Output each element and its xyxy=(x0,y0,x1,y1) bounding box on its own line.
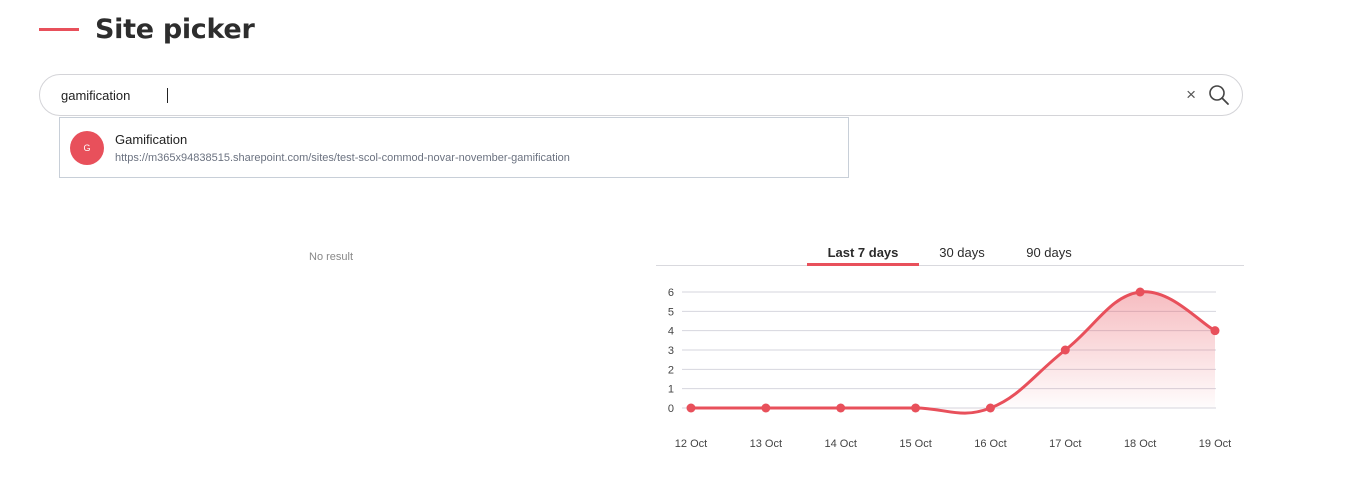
data-point[interactable] xyxy=(985,403,995,413)
page-title: Site picker xyxy=(95,14,255,45)
suggestion-url: https://m365x94838515.sharepoint.com/sit… xyxy=(115,151,570,164)
suggestion-item[interactable]: G Gamification https://m365x94838515.sha… xyxy=(60,118,848,177)
data-point[interactable] xyxy=(686,403,696,413)
suggestion-title: Gamification xyxy=(115,131,188,147)
data-point[interactable] xyxy=(1135,287,1145,297)
search-input[interactable] xyxy=(61,87,1161,103)
search-suggestions: G Gamification https://m365x94838515.sha… xyxy=(59,117,849,178)
search-box[interactable]: × xyxy=(39,74,1243,116)
data-point[interactable] xyxy=(761,403,771,413)
x-tick-label: 17 Oct xyxy=(1049,438,1081,450)
y-tick-label: 4 xyxy=(668,326,674,338)
tab-90-days[interactable]: 90 days xyxy=(1016,243,1082,266)
data-point[interactable] xyxy=(1060,345,1070,355)
tab-last-7-days[interactable]: Last 7 days xyxy=(807,243,919,266)
search-icon[interactable] xyxy=(1208,84,1230,106)
period-tabs: Last 7 days 30 days 90 days xyxy=(656,243,1244,266)
data-point[interactable] xyxy=(911,403,921,413)
y-tick-label: 2 xyxy=(668,364,674,376)
avatar: G xyxy=(70,130,104,165)
text-caret xyxy=(167,88,168,103)
series-area xyxy=(691,291,1215,414)
x-tick-label: 12 Oct xyxy=(675,438,707,450)
y-tick-label: 5 xyxy=(668,306,674,318)
page-header: Site picker xyxy=(39,14,255,45)
activity-chart: 0 1 2 3 4 5 6 12 Oct 13 Oct 14 Oct 15 Oct 16 Oct 17 … xyxy=(668,287,1231,450)
tab-30-days[interactable]: 30 days xyxy=(930,243,994,266)
y-tick-label: 3 xyxy=(668,345,674,357)
x-tick-label: 13 Oct xyxy=(750,438,782,450)
close-icon[interactable]: × xyxy=(1186,85,1196,105)
x-tick-label: 15 Oct xyxy=(899,438,931,450)
y-tick-label: 6 xyxy=(668,287,674,299)
suggestion-text: Gamification https://m365x94838515.share… xyxy=(115,132,570,164)
x-tick-label: 14 Oct xyxy=(825,438,857,450)
y-tick-label: 0 xyxy=(668,403,674,415)
data-point[interactable] xyxy=(1210,326,1220,336)
y-tick-label: 1 xyxy=(668,384,674,396)
x-tick-label: 18 Oct xyxy=(1124,438,1156,450)
header-accent-line xyxy=(39,28,79,31)
empty-state-text: No result xyxy=(309,251,354,263)
data-point[interactable] xyxy=(836,403,846,413)
x-tick-label: 19 Oct xyxy=(1199,438,1231,450)
x-tick-label: 16 Oct xyxy=(974,438,1006,450)
